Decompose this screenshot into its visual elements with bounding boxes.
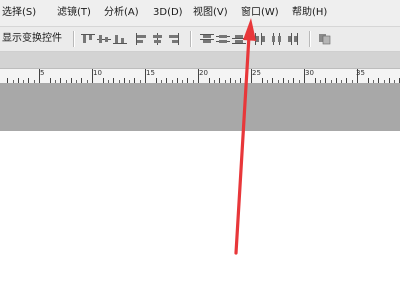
align-top-edges-icon[interactable] <box>81 33 95 45</box>
document-tab-area <box>0 52 400 68</box>
align-left-edges-icon[interactable] <box>135 33 149 45</box>
menu-view[interactable]: 视图(V) <box>193 6 228 20</box>
distribute-right-edges-icon[interactable] <box>286 33 300 45</box>
auto-align-layers-icon[interactable] <box>318 33 332 45</box>
pasteboard <box>0 83 400 131</box>
ruler-label: 35 <box>356 69 365 77</box>
distribute-left-edges-icon[interactable] <box>254 33 268 45</box>
ruler-label: 30 <box>305 69 314 77</box>
align-bottom-edges-icon[interactable] <box>113 33 127 45</box>
menu-select[interactable]: 选择(S) <box>2 6 36 20</box>
document-canvas[interactable] <box>0 131 400 300</box>
align-right-edges-icon[interactable] <box>167 33 181 45</box>
distribute-horizontal-centers-icon[interactable] <box>270 33 284 45</box>
ruler-label: 25 <box>252 69 261 77</box>
menu-filter[interactable]: 滤镜(T) <box>57 6 91 20</box>
ruler-label: 5 <box>40 69 45 77</box>
distribute-top-edges-icon[interactable] <box>200 33 214 45</box>
separator <box>190 31 191 47</box>
separator <box>73 31 74 47</box>
photoshop-window: 选择(S) 滤镜(T) 分析(A) 3D(D) 视图(V) 窗口(W) 帮助(H… <box>0 0 400 300</box>
menu-analysis[interactable]: 分析(A) <box>104 6 139 20</box>
align-vertical-centers-icon[interactable] <box>97 33 111 45</box>
menu-3d[interactable]: 3D(D) <box>153 6 183 20</box>
ruler-label: 15 <box>146 69 155 77</box>
menu-window[interactable]: 窗口(W) <box>241 6 279 20</box>
ruler-label: 20 <box>199 69 208 77</box>
distribute-bottom-edges-icon[interactable] <box>232 33 246 45</box>
horizontal-ruler[interactable]: 5 10 15 20 25 30 35 <box>0 68 400 84</box>
ruler-label: 10 <box>93 69 102 77</box>
show-transform-controls-label[interactable]: 显示变换控件 <box>2 32 62 46</box>
align-horizontal-centers-icon[interactable] <box>151 33 165 45</box>
options-bar: 显示变换控件 <box>0 27 400 52</box>
separator <box>309 31 310 47</box>
distribute-vertical-centers-icon[interactable] <box>216 33 230 45</box>
menu-bar: 选择(S) 滤镜(T) 分析(A) 3D(D) 视图(V) 窗口(W) 帮助(H… <box>0 0 400 27</box>
menu-help[interactable]: 帮助(H) <box>292 6 327 20</box>
